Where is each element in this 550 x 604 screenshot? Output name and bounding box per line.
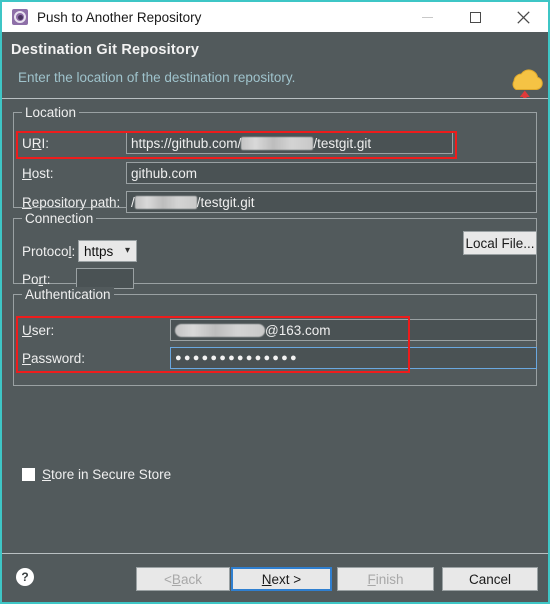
store-in-secure-store-checkbox-row[interactable]: Store in Secure Store <box>22 467 171 482</box>
maximize-button[interactable] <box>452 2 498 32</box>
next-button[interactable]: Next > <box>231 567 332 591</box>
push-to-another-repository-dialog: Push to Another Repository Destination G… <box>0 0 550 604</box>
eclipse-gear-icon <box>12 9 28 25</box>
user-value-suffix: @163.com <box>265 322 331 338</box>
user-input[interactable]: @163.com <box>170 319 537 341</box>
repo-path-value-redacted <box>134 195 197 209</box>
store-in-secure-store-checkbox[interactable] <box>22 468 35 481</box>
protocol-value: https <box>84 243 114 259</box>
dialog-footer: ? < Back Next > Finish Cancel <box>2 554 548 602</box>
host-value: github.com <box>131 165 198 181</box>
password-input[interactable]: ●●●●●●●●●●●●●● <box>170 347 537 369</box>
uri-value-prefix: https://github.com/ <box>131 135 242 151</box>
back-button[interactable]: < Back <box>136 567 230 591</box>
header-subtitle: Enter the location of the destination re… <box>18 70 296 85</box>
minimize-icon <box>421 16 433 18</box>
location-group-legend: Location <box>22 105 80 120</box>
cancel-button[interactable]: Cancel <box>442 567 538 591</box>
protocol-label: Protocol: <box>22 244 76 259</box>
chevron-down-icon: ▾ <box>124 245 130 256</box>
port-input[interactable] <box>76 268 134 289</box>
uri-label: URI: <box>22 136 50 151</box>
user-label: User: <box>22 323 55 338</box>
uri-value-suffix: /testgit.git <box>313 135 372 151</box>
dialog-body: Location URI: https://github.com/ /testgi… <box>2 99 548 553</box>
user-value-redacted <box>175 323 265 337</box>
store-in-secure-store-label: Store in Secure Store <box>42 467 172 482</box>
repository-path-input[interactable]: //testgit.git <box>126 191 537 213</box>
title-bar[interactable]: Push to Another Repository <box>2 2 548 32</box>
maximize-icon <box>469 11 481 23</box>
password-label: Password: <box>22 351 86 366</box>
repo-path-value-suffix: /testgit.git <box>196 194 255 210</box>
minimize-button[interactable] <box>404 2 450 32</box>
finish-button[interactable]: Finish <box>337 567 434 591</box>
uri-input[interactable]: https://github.com/ /testgit.git <box>126 132 453 154</box>
uri-value-redacted <box>241 136 314 150</box>
host-input[interactable]: github.com <box>126 162 537 184</box>
host-label: Host: <box>22 166 54 181</box>
window-title: Push to Another Repository <box>37 9 202 25</box>
port-label: Port: <box>22 272 51 287</box>
help-icon[interactable]: ? <box>16 568 34 586</box>
password-masked-value: ●●●●●●●●●●●●●● <box>175 352 299 364</box>
repository-path-label: Repository path: <box>22 195 121 210</box>
dialog-header: Destination Git Repository Enter the loc… <box>2 32 548 118</box>
authentication-group-legend: Authentication <box>22 287 114 302</box>
connection-group-legend: Connection <box>22 211 97 226</box>
header-title: Destination Git Repository <box>11 42 200 58</box>
close-icon <box>516 10 530 24</box>
protocol-select[interactable]: https ▾ <box>78 240 137 262</box>
close-button[interactable] <box>500 2 546 32</box>
